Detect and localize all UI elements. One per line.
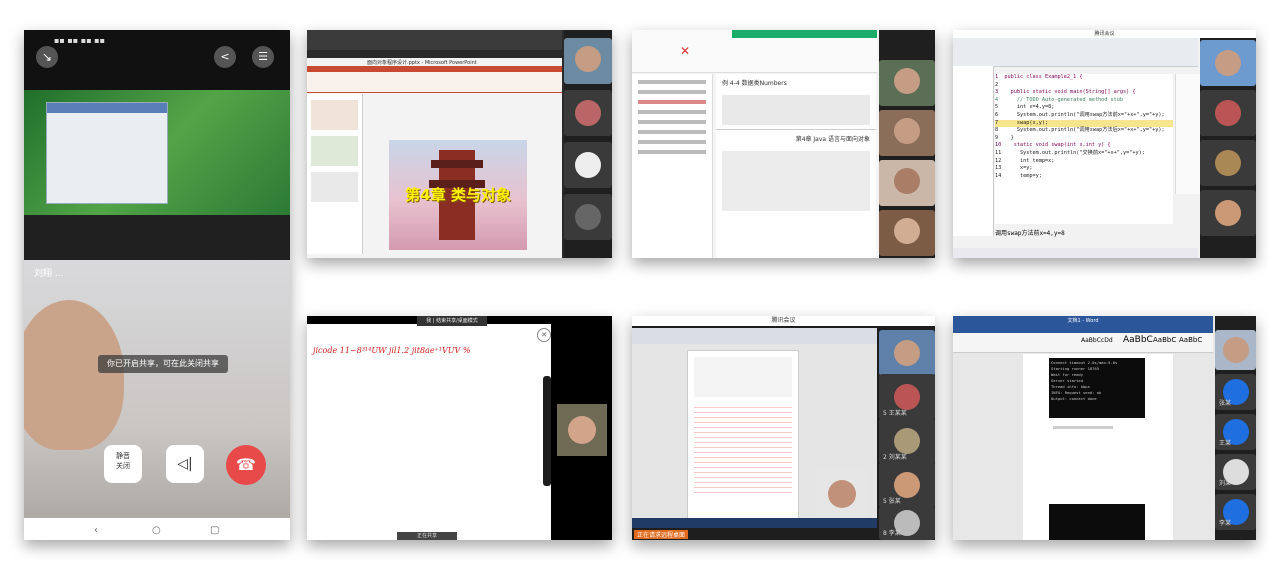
code-line: 1 public class Example2_1 { [995, 74, 1083, 80]
document-reader-screenshot: ✕ 例 4-4 数据类Numbers 第4章 Java 语言与面向对象 [632, 30, 935, 258]
style-heading2[interactable]: AaBbC [1153, 336, 1176, 344]
caller-label: 刘翔 ... [34, 269, 64, 279]
package-explorer[interactable] [953, 66, 994, 236]
code-line: 5 int x=4,y=8; [995, 104, 1055, 111]
share-icon[interactable]: < [214, 46, 236, 68]
ppt-window: 面向对象程序设计.pptx - Microsoft PowerPoint 第4章… [307, 58, 562, 258]
code-line: 13 x=y; [995, 165, 1033, 172]
slide-canvas[interactable]: 第4章 类与对象 [389, 140, 527, 250]
code-line: 14 temp=y; [995, 172, 1042, 179]
share-top-label: 我 | 结束共享/桌面模式 [417, 316, 487, 326]
video-sidebar: 5 王某某 2 刘某某 5 张某 8 李某 [879, 328, 935, 540]
word-titlebar: 文档1 - Word [953, 316, 1213, 326]
outline-pane[interactable] [632, 74, 713, 258]
menu-icon[interactable]: ☰ [252, 46, 274, 68]
word-ribbon: AaBbCcDd AaBbC AaBbC AaBbC [953, 326, 1213, 353]
video-sidebar [1200, 38, 1256, 258]
slide-thumbnails-pane[interactable] [307, 94, 363, 254]
code-line: 6 System.out.println("调用swap方法前x="+x+",y… [995, 111, 1165, 118]
powerpoint-screenshot: 面向对象程序设计.pptx - Microsoft PowerPoint 第4章… [307, 30, 612, 258]
remote-desktop-status: 正在请求远程桌面 [634, 530, 689, 539]
presenter-video [817, 468, 867, 518]
share-notice-overlay: 你已开启共享，可在此关闭共享 [98, 355, 228, 373]
shared-screen [632, 328, 877, 528]
word-title: 文档1 - Word [1067, 318, 1099, 324]
code-line: 3 public static void main(String[] args)… [995, 89, 1136, 96]
code-title: 例 4-4 数据类Numbers [722, 80, 787, 87]
nav-home-icon[interactable]: ○ [152, 525, 161, 536]
slide-title: 第4章 类与对象 [405, 186, 511, 204]
video-sidebar: 张某 王某 刘某 李某 [1215, 316, 1256, 540]
share-bottom-label: 正在共享 [397, 532, 457, 540]
code-line: 12 int temp=x; [995, 157, 1055, 164]
minimize-icon[interactable]: ↘ [36, 46, 58, 68]
terminal-lines: Connect timeout 2.0s/max:5.0s Starting ru… [1051, 360, 1143, 402]
mobile-call-screenshot: ▪▪ ▪▪ ▪▪ ▪▪ ↘ < ☰ 刘翔 ... 你已开启共享，可在此关闭共享 … [24, 30, 290, 540]
ppt-title: 面向对象程序设计.pptx - Microsoft PowerPoint [367, 60, 477, 66]
terminal-block: Connect timeout 2.0s/max:5.0s Starting ru… [1049, 358, 1145, 418]
terminal-block-2 [1049, 504, 1145, 540]
speaker-icon[interactable]: ◁| [166, 445, 204, 483]
code-line: 10 static void swap(int x,int y) { [995, 142, 1111, 149]
code-line: 4 // TODO Auto-generated method stub [995, 96, 1124, 103]
style-title[interactable]: AaBbC [1179, 336, 1202, 344]
handwriting: jicode 11~8³¹⁴UW jil1.2 jit8ae⁺¹VUV % [313, 346, 471, 355]
status-bar: ▪▪ ▪▪ ▪▪ ▪▪ [54, 36, 106, 45]
console-output: 调用swap方法前x=4,y=8 [995, 230, 1065, 237]
close-icon[interactable]: ✕ [680, 44, 690, 58]
style-normal[interactable]: AaBbCcDd [1081, 337, 1113, 344]
document-page[interactable]: Connect timeout 2.0s/max:5.0s Starting ru… [1023, 354, 1173, 540]
code-line: 8 System.out.println("调用swap方法后x="+x+",y… [995, 127, 1165, 134]
whiteboard-toolbar[interactable] [543, 376, 551, 486]
eclipse-screenshot: 腾讯会议 1 public class Example2_1 {2 3 publ… [953, 30, 1256, 258]
hang-up-button[interactable]: ☎ [226, 445, 266, 485]
nav-back-icon[interactable]: ‹ [94, 525, 98, 536]
code-line: 2 [995, 81, 1005, 88]
caller-video: 刘翔 ... 你已开启共享，可在此关闭共享 静音 关闭 ◁| ☎ ‹ ○ ▢ [24, 260, 290, 540]
presenter-video [557, 404, 607, 456]
shared-desktop-view: ▪▪ ▪▪ ▪▪ ▪▪ ↘ < ☰ [24, 30, 290, 260]
video-sidebar [879, 30, 935, 258]
ppt-ribbon [307, 66, 562, 93]
section-heading: 第4章 Java 语言与面向对象 [716, 129, 876, 147]
code-line: 11 System.out.println("交换前x="+x+",y="+y)… [995, 149, 1145, 156]
code-lines: 1 public class Example2_1 {2 3 public st… [995, 74, 1173, 180]
code-editor[interactable]: 1 public class Example2_1 {2 3 public st… [995, 74, 1173, 224]
document-page: 例 4-4 数据类Numbers 第4章 Java 语言与面向对象 [716, 74, 876, 258]
close-icon[interactable]: ✕ [537, 328, 551, 342]
mute-button[interactable]: 静音 关闭 [104, 445, 142, 483]
meeting-window-title: 腾讯会议 [632, 316, 935, 326]
whiteboard-screenshot: jicode 11~8³¹⁴UW jil1.2 jit8ae⁺¹VUV % 正在… [307, 316, 612, 540]
whiteboard-canvas[interactable]: jicode 11~8³¹⁴UW jil1.2 jit8ae⁺¹VUV % 正在… [307, 324, 551, 540]
video-sidebar [564, 30, 612, 258]
terminal-line: Output: connect done [1051, 396, 1097, 401]
nav-recent-icon[interactable]: ▢ [210, 525, 219, 536]
word-document-screenshot: 文档1 - Word AaBbCcDd AaBbC AaBbC AaBbC Co… [953, 316, 1256, 540]
reader-toolbar: ✕ [632, 30, 877, 73]
code-line: 9 } [995, 134, 1014, 141]
style-heading1[interactable]: AaBbC [1123, 335, 1153, 345]
tencent-meeting-screenshot: 腾讯会议 正在请求远程桌面 5 王某某 2 刘某某 5 张某 8 李某 [632, 316, 935, 540]
meeting-window-title: 腾讯会议 [953, 30, 1256, 38]
shared-window-thumbnail [46, 102, 168, 204]
